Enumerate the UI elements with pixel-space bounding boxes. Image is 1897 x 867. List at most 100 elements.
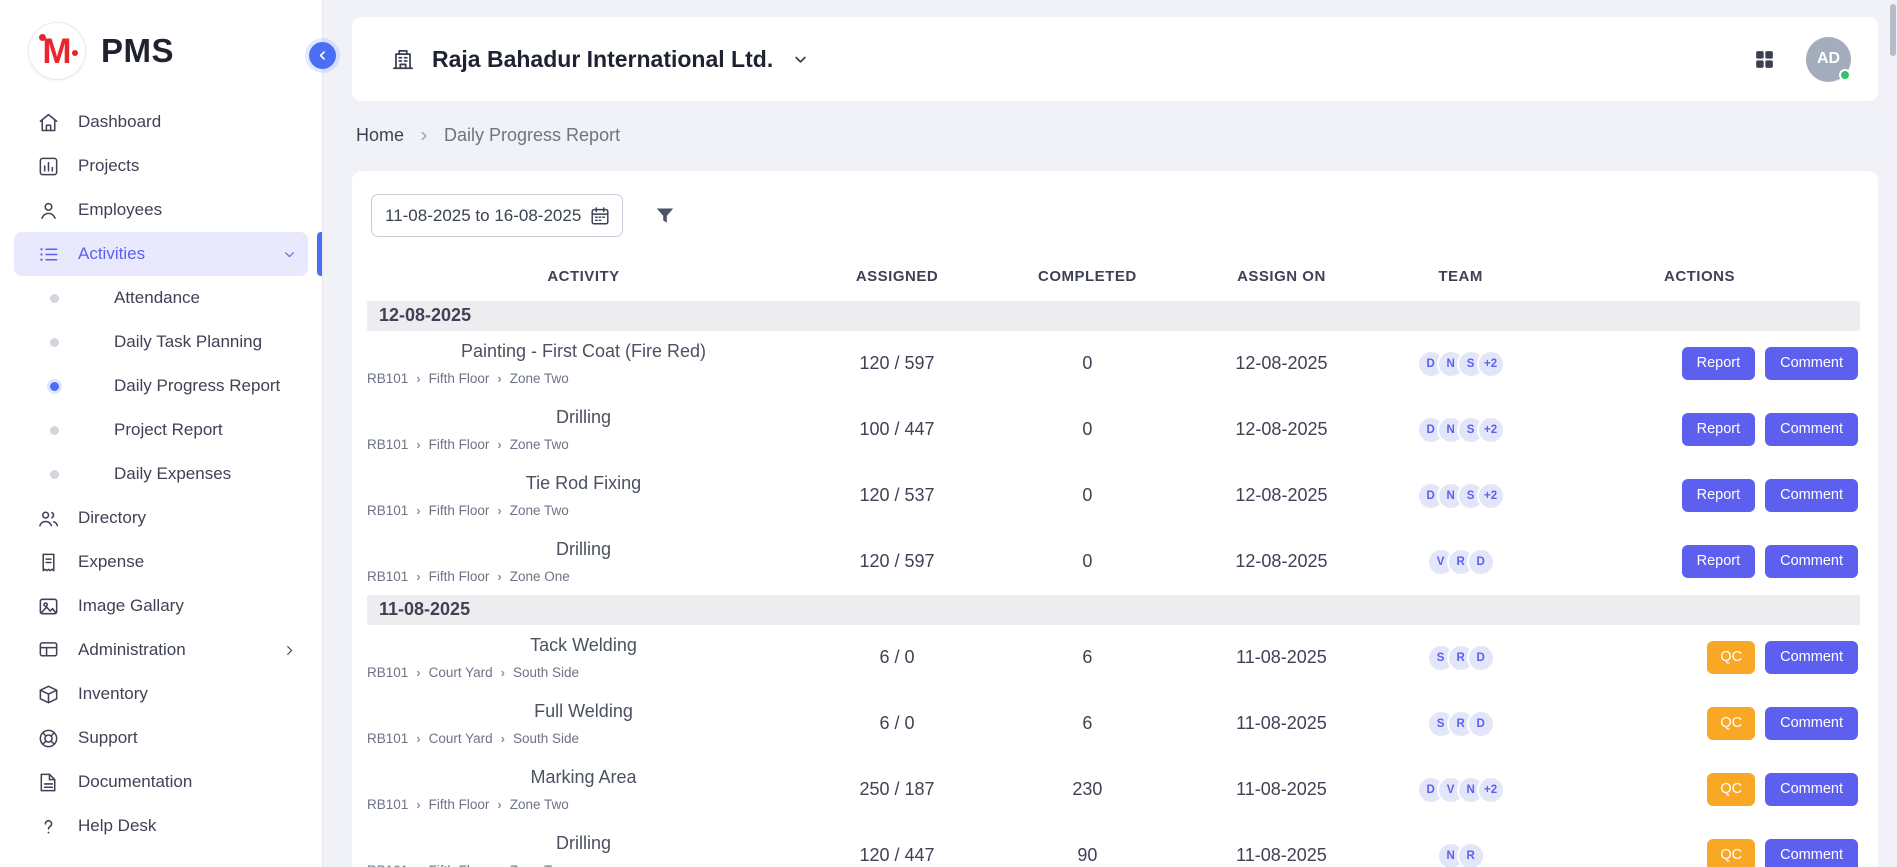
activity-location: RB101›Fifth Floor›Zone Two [367, 863, 800, 867]
qc-button[interactable]: QC [1707, 641, 1755, 674]
sidebar-item-expense[interactable]: Expense [14, 540, 308, 584]
sidebar-item-label: Dashboard [78, 112, 161, 132]
report-button[interactable]: Report [1682, 479, 1756, 512]
activity-row: DrillingRB101›Fifth Floor›Zone Two100 / … [367, 397, 1860, 463]
scrollbar-thumb[interactable] [1890, 4, 1896, 56]
chevron-separator-icon: › [497, 503, 501, 518]
location-segment: Zone Two [510, 797, 569, 812]
completed-value: 0 [994, 397, 1181, 463]
comment-button[interactable]: Comment [1765, 773, 1858, 806]
sidebar-item-support[interactable]: Support [14, 716, 308, 760]
completed-value: 230 [994, 757, 1181, 823]
assigned-value: 120 / 447 [800, 823, 994, 867]
qc-button[interactable]: QC [1707, 707, 1755, 740]
company-selector[interactable]: Raja Bahadur International Ltd. [390, 46, 810, 73]
team-member-avatar[interactable]: D [1467, 548, 1495, 576]
activity-title: Drilling [367, 833, 800, 854]
sidebar-subitem-daily-progress-report[interactable]: Daily Progress Report [14, 364, 308, 408]
apps-grid-icon[interactable] [1752, 47, 1777, 72]
chevron-down-icon [791, 50, 810, 69]
sidebar-subitem-daily-task-planning[interactable]: Daily Task Planning [14, 320, 308, 364]
comment-button[interactable]: Comment [1765, 413, 1858, 446]
sidebar-item-activities[interactable]: Activities [14, 232, 308, 276]
user-avatar[interactable]: AD [1806, 37, 1851, 82]
actions-cell: Report Comment [1539, 463, 1860, 529]
sidebar-item-dashboard[interactable]: Dashboard [14, 100, 308, 144]
sidebar-item-employees[interactable]: Employees [14, 188, 308, 232]
sidebar-item-label: Inventory [78, 684, 148, 704]
team-member-avatar[interactable]: D [1467, 710, 1495, 738]
date-range-input[interactable]: 11-08-2025 to 16-08-2025 [371, 194, 623, 237]
location-segment: Zone One [510, 569, 570, 584]
comment-button[interactable]: Comment [1765, 839, 1858, 867]
comment-button[interactable]: Comment [1765, 707, 1858, 740]
chevron-right-icon [281, 642, 298, 659]
comment-button[interactable]: Comment [1765, 347, 1858, 380]
assigned-value: 120 / 597 [800, 331, 994, 397]
comment-button[interactable]: Comment [1765, 545, 1858, 578]
assign-on-value: 12-08-2025 [1181, 331, 1383, 397]
filter-icon[interactable] [653, 204, 677, 228]
sidebar-subitem-attendance[interactable]: Attendance [14, 276, 308, 320]
sidebar-collapse-button[interactable] [309, 42, 336, 69]
activity-row: DrillingRB101›Fifth Floor›Zone One120 / … [367, 529, 1860, 595]
chevron-separator-icon: › [416, 665, 420, 680]
report-button[interactable]: Report [1682, 347, 1756, 380]
location-segment: Fifth Floor [429, 569, 490, 584]
completed-value: 6 [994, 625, 1181, 691]
team-avatars: NR [1382, 842, 1539, 867]
sidebar-item-administration[interactable]: Administration [14, 628, 308, 672]
qc-button[interactable]: QC [1707, 773, 1755, 806]
assigned-value: 250 / 187 [800, 757, 994, 823]
bullet-icon [50, 426, 59, 435]
qc-button[interactable]: QC [1707, 839, 1755, 867]
team-overflow-badge[interactable]: +2 [1477, 482, 1505, 510]
page-scrollbar[interactable] [1888, 0, 1897, 867]
logo-dot-icon [39, 34, 46, 41]
actions-cell: Report Comment [1539, 397, 1860, 463]
actions-group: QC Comment [1539, 839, 1860, 867]
actions-cell: Report Comment [1539, 331, 1860, 397]
actions-cell: QC Comment [1539, 823, 1860, 867]
sidebar-menu: Dashboard Projects Employees ActivitiesAtte… [0, 92, 322, 848]
progress-table: ACTIVITY ASSIGNED COMPLETED ASSIGN ON TE… [367, 255, 1860, 867]
sidebar-item-projects[interactable]: Projects [14, 144, 308, 188]
report-button[interactable]: Report [1682, 545, 1756, 578]
assign-on-value: 11-08-2025 [1181, 691, 1383, 757]
sidebar-item-label: Help Desk [78, 816, 156, 836]
sidebar-item-help-desk[interactable]: Help Desk [14, 804, 308, 848]
actions-group: QC Comment [1539, 707, 1860, 740]
breadcrumb-home[interactable]: Home [356, 125, 404, 146]
location-segment: Fifth Floor [429, 437, 490, 452]
sidebar-subitem-label: Project Report [114, 420, 223, 440]
team-cell: DNS+2 [1382, 397, 1539, 463]
content-card: 11-08-2025 to 16-08-2025 ACTIVITY ASSIG [352, 171, 1878, 867]
chevron-separator-icon: › [501, 665, 505, 680]
date-group-row: 11-08-2025 [367, 595, 1860, 625]
team-member-avatar[interactable]: R [1457, 842, 1485, 867]
report-button[interactable]: Report [1682, 413, 1756, 446]
team-overflow-badge[interactable]: +2 [1477, 350, 1505, 378]
location-segment: Zone Two [510, 863, 569, 867]
sidebar-item-inventory[interactable]: Inventory [14, 672, 308, 716]
sidebar-subitem-project-report[interactable]: Project Report [14, 408, 308, 452]
col-header-assigned: ASSIGNED [800, 255, 994, 301]
comment-button[interactable]: Comment [1765, 479, 1858, 512]
sidebar-item-label: Documentation [78, 772, 192, 792]
sidebar-item-directory[interactable]: Directory [14, 496, 308, 540]
sidebar-subitem-daily-expenses[interactable]: Daily Expenses [14, 452, 308, 496]
assign-on-value: 12-08-2025 [1181, 463, 1383, 529]
team-member-avatar[interactable]: D [1467, 644, 1495, 672]
date-group-row: 12-08-2025 [367, 301, 1860, 331]
sidebar-item-label: Employees [78, 200, 162, 220]
sidebar-item-image-gallary[interactable]: Image Gallary [14, 584, 308, 628]
team-overflow-badge[interactable]: +2 [1477, 416, 1505, 444]
team-avatars: VRD [1382, 548, 1539, 576]
table-header-row: ACTIVITY ASSIGNED COMPLETED ASSIGN ON TE… [367, 255, 1860, 301]
team-avatars: SRD [1382, 644, 1539, 672]
team-avatars: DNS+2 [1382, 482, 1539, 510]
sidebar-item-documentation[interactable]: Documentation [14, 760, 308, 804]
team-cell: VRD [1382, 529, 1539, 595]
comment-button[interactable]: Comment [1765, 641, 1858, 674]
team-overflow-badge[interactable]: +2 [1477, 776, 1505, 804]
